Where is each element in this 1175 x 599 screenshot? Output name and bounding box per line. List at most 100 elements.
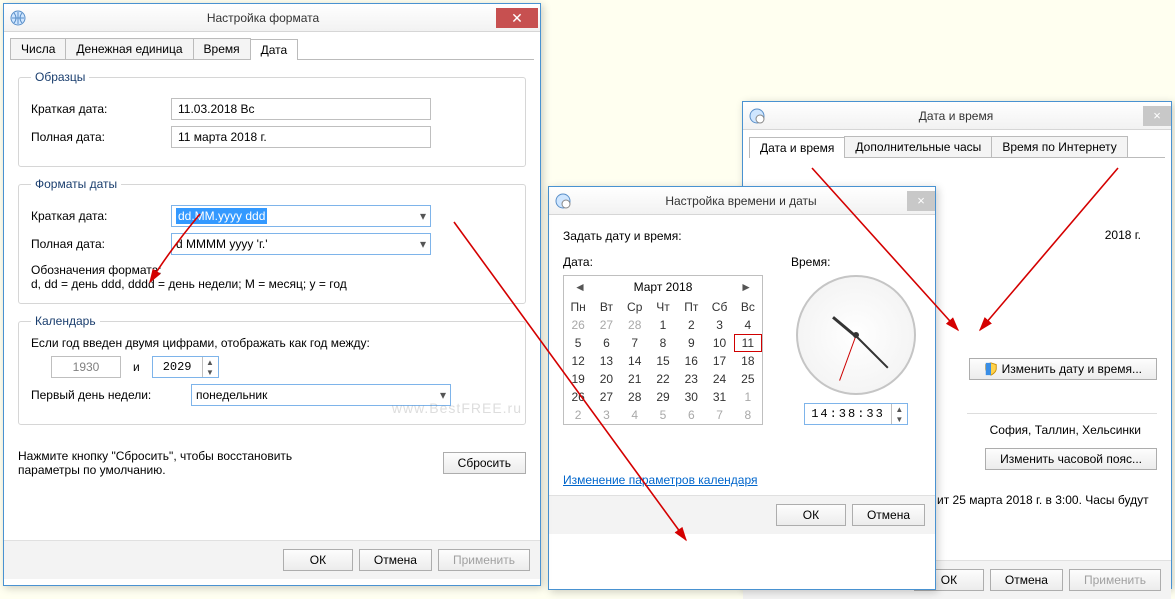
- cal-day-other[interactable]: 2: [564, 406, 592, 424]
- tab-numbers[interactable]: Числа: [10, 38, 66, 59]
- cal-day-other[interactable]: 1: [734, 388, 762, 406]
- cal-day[interactable]: 20: [592, 370, 620, 388]
- close-button[interactable]: ✕: [496, 8, 538, 28]
- reset-hint: Нажмите кнопку "Сбросить", чтобы восстан…: [18, 449, 338, 477]
- long-date-format-label: Полная дата:: [31, 237, 171, 251]
- cal-day[interactable]: 12: [564, 352, 592, 370]
- cal-day[interactable]: 13: [592, 352, 620, 370]
- cal-day[interactable]: 9: [677, 334, 705, 352]
- cal-day[interactable]: 22: [649, 370, 677, 388]
- time-spinner[interactable]: 14:38:33 ▲▼: [804, 403, 908, 425]
- cal-dow: Вт: [592, 298, 620, 316]
- cal-day-other[interactable]: 27: [592, 316, 620, 334]
- cal-day[interactable]: 10: [705, 334, 733, 352]
- cal-day[interactable]: 4: [734, 316, 762, 334]
- cal-day[interactable]: 15: [649, 352, 677, 370]
- long-date-format-combo[interactable]: d MMMM yyyy 'г.' ▾: [171, 233, 431, 255]
- watermark: www.BestFREE.ru: [392, 400, 522, 416]
- cal-day[interactable]: 11: [734, 334, 762, 352]
- cal-day[interactable]: 26: [564, 388, 592, 406]
- change-date-time-button[interactable]: Изменить дату и время...: [969, 358, 1157, 380]
- cal-day[interactable]: 24: [705, 370, 733, 388]
- tab-currency[interactable]: Денежная единица: [65, 38, 193, 59]
- date-formats-group: Форматы даты Краткая дата: dd.MM.yyyy dd…: [18, 177, 526, 304]
- cal-dow: Вс: [734, 298, 762, 316]
- cal-day[interactable]: 18: [734, 352, 762, 370]
- cal-day-other[interactable]: 5: [649, 406, 677, 424]
- format-settings-window: Настройка формата ✕ Числа Денежная едини…: [3, 3, 541, 586]
- cal-day[interactable]: 7: [621, 334, 649, 352]
- set-date-time-window: Настройка времени и даты × Задать дату и…: [548, 186, 936, 590]
- cal-prev-month[interactable]: ◄: [570, 280, 590, 294]
- calendar-legend: Календарь: [31, 314, 100, 328]
- cal-day[interactable]: 16: [677, 352, 705, 370]
- cal-day[interactable]: 23: [677, 370, 705, 388]
- globe-icon: [10, 10, 26, 26]
- shield-icon: [984, 362, 998, 376]
- tab-additional-clocks[interactable]: Дополнительные часы: [844, 136, 992, 157]
- cal-next-month[interactable]: ►: [736, 280, 756, 294]
- chevron-down-icon: ▾: [420, 237, 426, 251]
- cal-day[interactable]: 29: [649, 388, 677, 406]
- tab-time[interactable]: Время: [193, 38, 251, 59]
- apply-button[interactable]: Применить: [1069, 569, 1161, 591]
- cal-day[interactable]: 1: [649, 316, 677, 334]
- cal-day[interactable]: 14: [621, 352, 649, 370]
- reset-button[interactable]: Сбросить: [443, 452, 526, 474]
- cal-day[interactable]: 19: [564, 370, 592, 388]
- notation-value: d, dd = день ddd, dddd = день недели; M …: [31, 277, 513, 291]
- calendar-params-link[interactable]: Изменение параметров календаря: [563, 473, 758, 487]
- cal-day[interactable]: 3: [705, 316, 733, 334]
- tab-internet-time[interactable]: Время по Интернету: [991, 136, 1127, 157]
- apply-button[interactable]: Применить: [438, 549, 530, 571]
- cal-day[interactable]: 25: [734, 370, 762, 388]
- calendar[interactable]: ◄ Март 2018 ► ПнВтСрЧтПтСбВс262728123456…: [563, 275, 763, 425]
- dialog-buttons: ОК Отмена: [549, 495, 935, 534]
- long-date-sample: 11 марта 2018 г.: [171, 126, 431, 148]
- year-range-label: Если год введен двумя цифрами, отображат…: [31, 336, 513, 350]
- tab-strip: Дата и время Дополнительные часы Время п…: [749, 136, 1165, 158]
- titlebar[interactable]: Настройка времени и даты ×: [549, 187, 935, 215]
- spinner-arrows[interactable]: ▲▼: [891, 404, 907, 424]
- cal-day[interactable]: 31: [705, 388, 733, 406]
- cal-day-other[interactable]: 8: [734, 406, 762, 424]
- clock-globe-icon: [555, 193, 571, 209]
- cal-day[interactable]: 21: [621, 370, 649, 388]
- cal-day[interactable]: 30: [677, 388, 705, 406]
- cal-day[interactable]: 2: [677, 316, 705, 334]
- cal-day-other[interactable]: 26: [564, 316, 592, 334]
- samples-group: Образцы Краткая дата: 11.03.2018 Вс Полн…: [18, 70, 526, 167]
- change-timezone-button[interactable]: Изменить часовой пояс...: [985, 448, 1157, 470]
- cal-day[interactable]: 27: [592, 388, 620, 406]
- ok-button[interactable]: ОК: [776, 504, 846, 526]
- cancel-button[interactable]: Отмена: [359, 549, 432, 571]
- year-to-spinner[interactable]: 2029 ▲▼: [152, 356, 219, 378]
- cal-day[interactable]: 17: [705, 352, 733, 370]
- cal-day-other[interactable]: 28: [621, 316, 649, 334]
- cal-day[interactable]: 6: [592, 334, 620, 352]
- cal-dow: Пт: [677, 298, 705, 316]
- cancel-button[interactable]: Отмена: [990, 569, 1063, 591]
- tab-strip: Числа Денежная единица Время Дата: [10, 38, 534, 60]
- short-date-format-combo[interactable]: dd.MM.yyyy ddd ▾: [171, 205, 431, 227]
- close-button[interactable]: ×: [907, 191, 935, 211]
- cal-day[interactable]: 5: [564, 334, 592, 352]
- date-display: 2018 г.: [1105, 228, 1141, 242]
- cal-day-other[interactable]: 4: [621, 406, 649, 424]
- titlebar[interactable]: Настройка формата ✕: [4, 4, 540, 32]
- time-label: Время:: [791, 255, 921, 269]
- cal-day-other[interactable]: 7: [705, 406, 733, 424]
- tab-date[interactable]: Дата: [250, 39, 299, 60]
- titlebar[interactable]: Дата и время ×: [743, 102, 1171, 130]
- panel-body: Образцы Краткая дата: 11.03.2018 Вс Полн…: [4, 60, 540, 540]
- ok-button[interactable]: ОК: [283, 549, 353, 571]
- cal-day-other[interactable]: 6: [677, 406, 705, 424]
- spinner-arrows[interactable]: ▲▼: [202, 357, 218, 377]
- cancel-button[interactable]: Отмена: [852, 504, 925, 526]
- close-button[interactable]: ×: [1143, 106, 1171, 126]
- cal-day[interactable]: 8: [649, 334, 677, 352]
- tab-datetime[interactable]: Дата и время: [749, 137, 845, 158]
- samples-legend: Образцы: [31, 70, 89, 84]
- cal-day[interactable]: 28: [621, 388, 649, 406]
- cal-day-other[interactable]: 3: [592, 406, 620, 424]
